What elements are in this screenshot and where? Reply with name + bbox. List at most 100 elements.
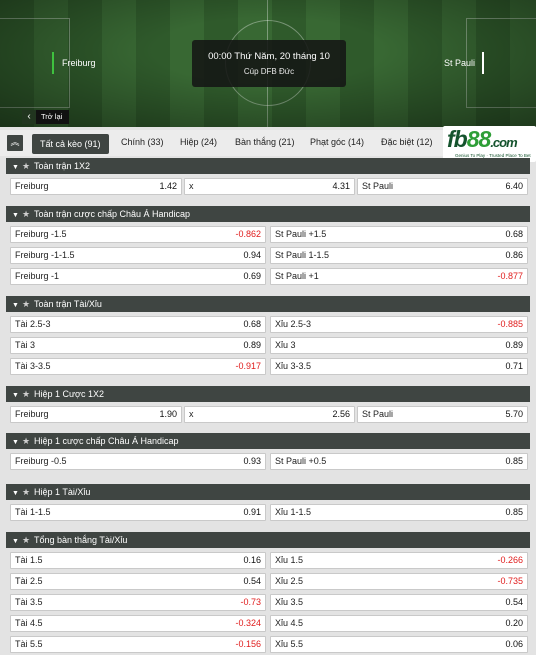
- odds-cell[interactable]: St Pauli 1-1.5 0.86: [270, 247, 528, 264]
- odds-value: 0.06: [505, 639, 523, 649]
- odds-cell[interactable]: Xỉu 2.5 -0.735: [270, 573, 528, 590]
- favorite-star-icon[interactable]: ★: [22, 484, 34, 500]
- odds-cell[interactable]: Xỉu 3.5 0.54: [270, 594, 528, 611]
- market-header[interactable]: ▼ ★ Hiệp 1 Tài/Xỉu: [6, 484, 530, 500]
- tab-half[interactable]: Hiệp (24): [180, 137, 217, 147]
- odds-cell[interactable]: Tài 1.5 0.16: [10, 552, 266, 569]
- brand-logo: fb88.com Genius To Play · Trusted Place …: [443, 126, 536, 162]
- odds-label: St Pauli +1: [275, 271, 319, 281]
- odds-cell[interactable]: Xỉu 1-1.5 0.85: [270, 504, 528, 521]
- market-header[interactable]: ▼ ★ Toàn trận Tài/Xỉu: [6, 296, 530, 312]
- match-header-banner: Freiburg St Pauli 00:00 Thứ Năm, 20 thán…: [0, 0, 536, 127]
- tab-corners[interactable]: Phạt góc (14): [310, 137, 364, 147]
- collapse-arrow-icon: ▼: [12, 490, 19, 497]
- odds-value: 0.68: [505, 229, 523, 239]
- odds-value: 0.86: [505, 250, 523, 260]
- odds-label: Xỉu 1-1.5: [275, 507, 312, 517]
- odds-label: Tài 2.5: [15, 576, 43, 586]
- odds-value: -0.735: [497, 576, 523, 586]
- odds-label: Tài 1-1.5: [15, 507, 51, 517]
- odds-value: 0.91: [243, 507, 261, 517]
- odds-label: Xỉu 1.5: [275, 555, 304, 565]
- tab-goals[interactable]: Bàn thắng (21): [235, 137, 295, 147]
- back-button-label: Trở lại: [36, 110, 70, 124]
- tab-all[interactable]: Tất cả kèo (91): [32, 134, 109, 154]
- odds-label: St Pauli 1-1.5: [275, 250, 330, 260]
- odds-cell[interactable]: Tài 2.5-3 0.68: [10, 316, 266, 333]
- odds-cell[interactable]: Tài 2.5 0.54: [10, 573, 266, 590]
- odds-label: Tài 2.5-3: [15, 319, 51, 329]
- odds-label: Xỉu 5.5: [275, 639, 304, 649]
- odds-value: 0.94: [243, 250, 261, 260]
- odds-cell[interactable]: Tài 4.5 -0.324: [10, 615, 266, 632]
- odds-value: 0.54: [243, 576, 261, 586]
- odds-value: 1.42: [159, 181, 177, 191]
- collapse-arrow-icon: ▼: [12, 439, 19, 446]
- home-team-name: Freiburg: [52, 52, 96, 74]
- tab-main[interactable]: Chính (33): [121, 137, 164, 147]
- favorite-star-icon[interactable]: ★: [22, 532, 34, 548]
- chevron-left-icon: ‹: [22, 110, 36, 124]
- odds-cell[interactable]: St Pauli +0.5 0.85: [270, 453, 528, 470]
- odds-cell[interactable]: Tài 1-1.5 0.91: [10, 504, 266, 521]
- market-title: Hiệp 1 Tài/Xỉu: [34, 487, 91, 497]
- market-header[interactable]: ▼ ★ Hiệp 1 cược chấp Châu Á Handicap: [6, 433, 530, 449]
- odds-cell[interactable]: Tài 3 0.89: [10, 337, 266, 354]
- odds-cell[interactable]: Freiburg -1-1.5 0.94: [10, 247, 266, 264]
- odds-cell[interactable]: Tài 3-3.5 -0.917: [10, 358, 266, 375]
- odds-value: -0.885: [497, 319, 523, 329]
- odds-cell[interactable]: Xỉu 1.5 -0.266: [270, 552, 528, 569]
- odds-label: Tài 4.5: [15, 618, 43, 628]
- odds-label: Freiburg -1: [15, 271, 60, 281]
- odds-value: 0.89: [505, 340, 523, 350]
- favorite-star-icon[interactable]: ★: [22, 433, 34, 449]
- market-title: Hiệp 1 Cược 1X2: [34, 389, 104, 399]
- odds-cell[interactable]: St Pauli 5.70: [357, 406, 528, 423]
- odds-cell[interactable]: x 4.31: [184, 178, 355, 195]
- odds-cell[interactable]: Xỉu 3 0.89: [270, 337, 528, 354]
- odds-cell[interactable]: Xỉu 4.5 0.20: [270, 615, 528, 632]
- odds-value: 0.85: [505, 507, 523, 517]
- market-title: Toàn trận cược chấp Châu Á Handicap: [34, 209, 191, 219]
- collapse-arrow-icon: ▼: [12, 392, 19, 399]
- odds-cell[interactable]: St Pauli +1.5 0.68: [270, 226, 528, 243]
- odds-cell[interactable]: Freiburg 1.90: [10, 406, 182, 423]
- back-button[interactable]: ‹ Trở lại: [22, 110, 70, 124]
- odds-label: Tài 5.5: [15, 639, 43, 649]
- market-header[interactable]: ▼ ★ Toàn trận 1X2: [6, 158, 530, 174]
- odds-label: Freiburg: [15, 181, 49, 191]
- market-header[interactable]: ▼ ★ Hiệp 1 Cược 1X2: [6, 386, 530, 402]
- odds-cell[interactable]: St Pauli 6.40: [357, 178, 528, 195]
- market-header[interactable]: ▼ ★ Tổng bàn thắng Tài/Xỉu: [6, 532, 530, 548]
- odds-value: 5.70: [505, 409, 523, 419]
- odds-label: Xỉu 3.5: [275, 597, 304, 607]
- odds-cell[interactable]: Freiburg 1.42: [10, 178, 182, 195]
- odds-cell[interactable]: Xỉu 2.5-3 -0.885: [270, 316, 528, 333]
- odds-label: Xỉu 2.5-3: [275, 319, 312, 329]
- favorite-star-icon[interactable]: ★: [22, 296, 34, 312]
- collapse-all-button[interactable]: ︽: [7, 135, 23, 151]
- odds-label: Tài 3: [15, 340, 36, 350]
- odds-value: 0.71: [505, 361, 523, 371]
- market-title: Toàn trận Tài/Xỉu: [34, 299, 102, 309]
- market-header[interactable]: ▼ ★ Toàn trận cược chấp Châu Á Handicap: [6, 206, 530, 222]
- market-title: Tổng bàn thắng Tài/Xỉu: [34, 535, 128, 545]
- odds-cell[interactable]: Xỉu 3-3.5 0.71: [270, 358, 528, 375]
- odds-cell[interactable]: St Pauli +1 -0.877: [270, 268, 528, 285]
- odds-label: Xỉu 3: [275, 340, 296, 350]
- odds-cell[interactable]: Tài 5.5 -0.156: [10, 636, 266, 653]
- odds-value: 0.85: [505, 456, 523, 466]
- odds-cell[interactable]: Freiburg -1.5 -0.862: [10, 226, 266, 243]
- tab-specials[interactable]: Đặc biệt (12): [381, 137, 433, 147]
- favorite-star-icon[interactable]: ★: [22, 158, 34, 174]
- odds-label: St Pauli +1.5: [275, 229, 327, 239]
- odds-cell[interactable]: Tài 3.5 -0.73: [10, 594, 266, 611]
- odds-label: St Pauli: [362, 409, 394, 419]
- odds-cell[interactable]: Freiburg -1 0.69: [10, 268, 266, 285]
- odds-cell[interactable]: Freiburg -0.5 0.93: [10, 453, 266, 470]
- odds-cell[interactable]: x 2.56: [184, 406, 355, 423]
- odds-value: -0.877: [497, 271, 523, 281]
- favorite-star-icon[interactable]: ★: [22, 386, 34, 402]
- odds-cell[interactable]: Xỉu 5.5 0.06: [270, 636, 528, 653]
- favorite-star-icon[interactable]: ★: [22, 206, 34, 222]
